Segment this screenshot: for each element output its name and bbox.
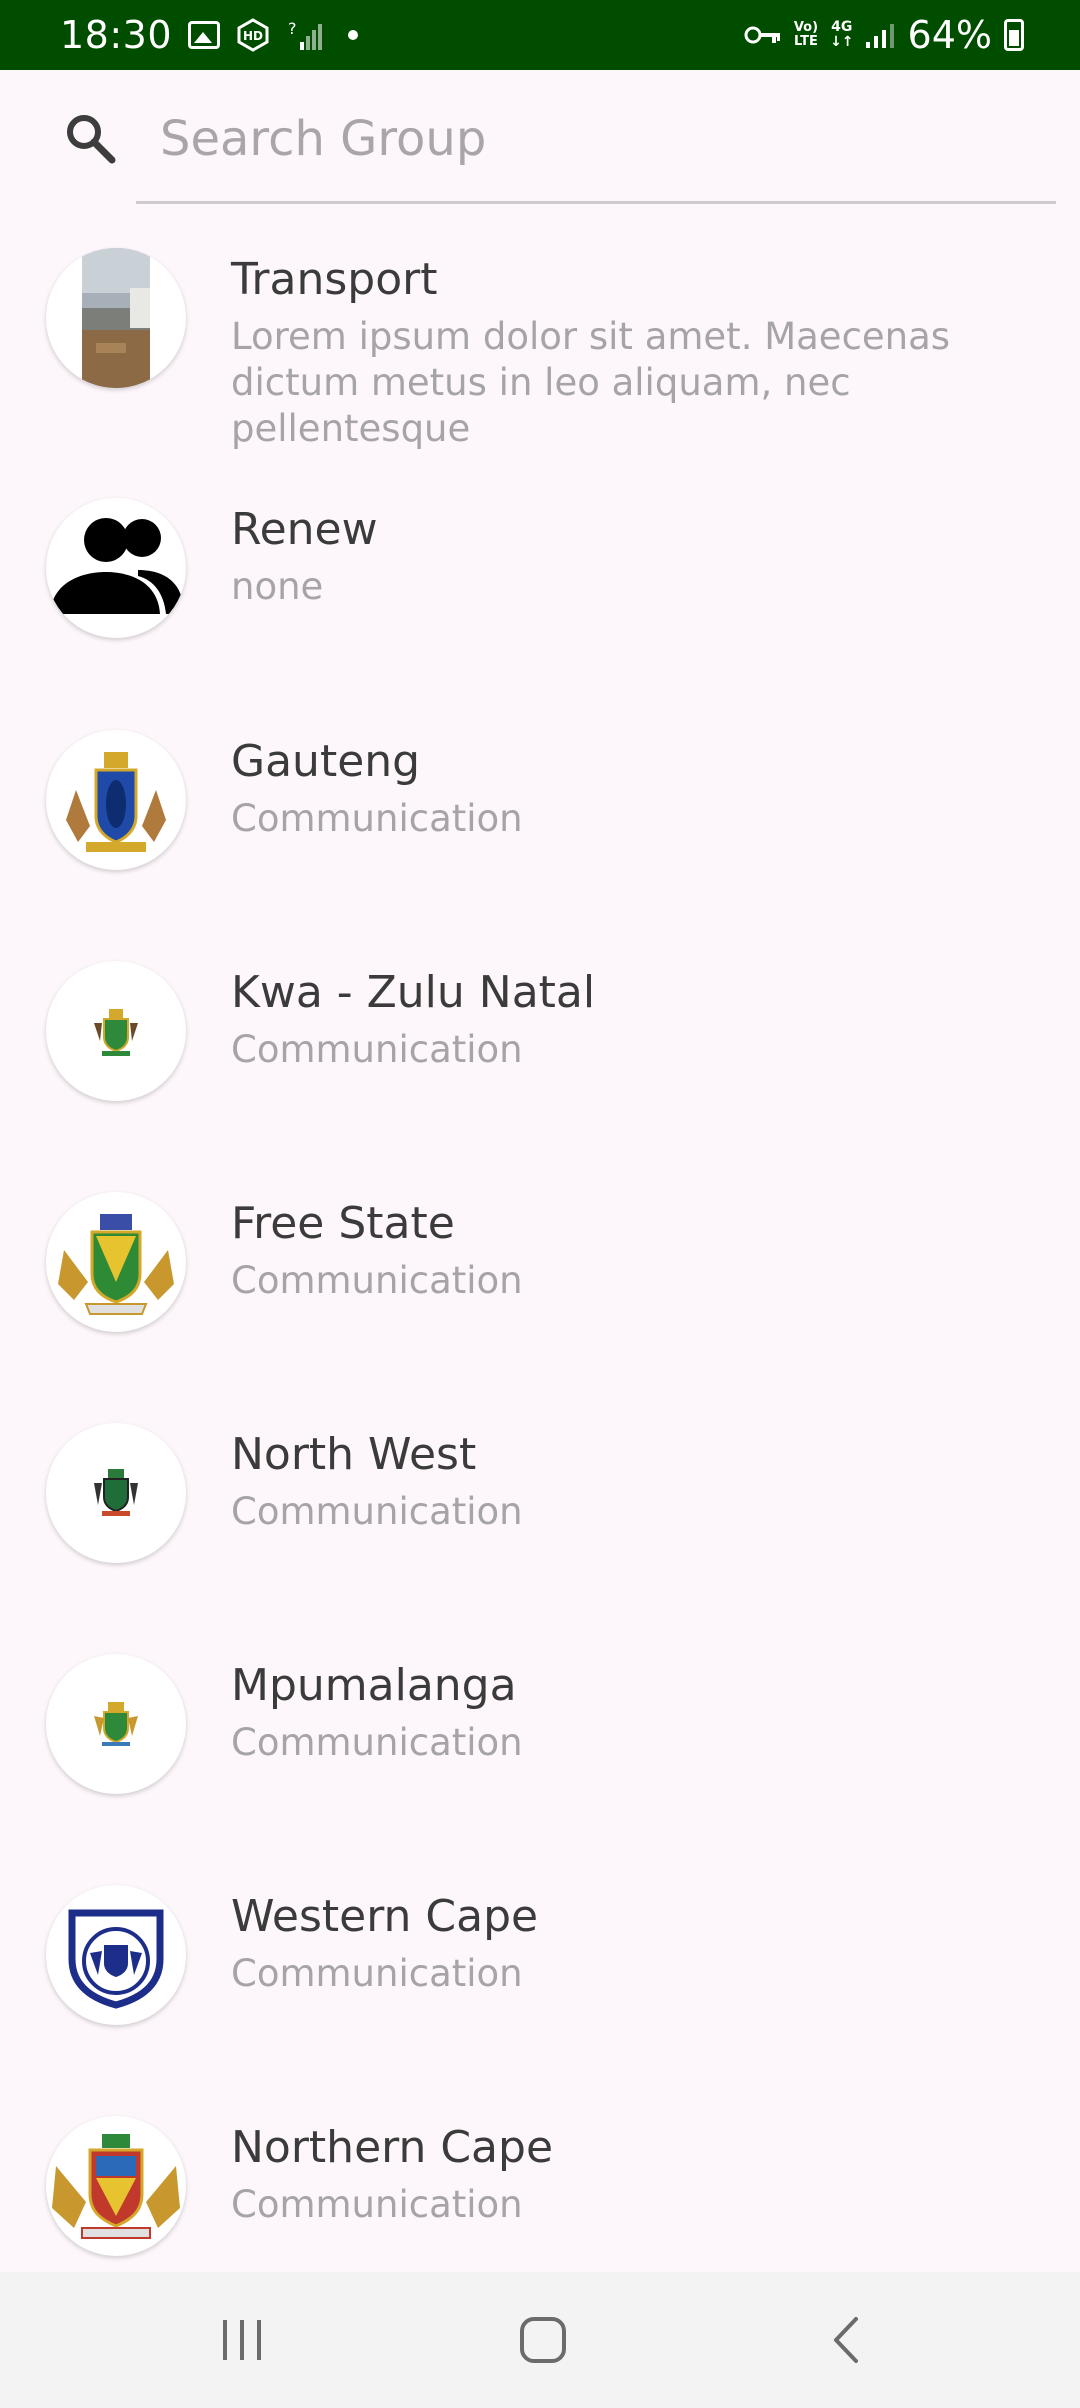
system-navigation-bar: [0, 2272, 1080, 2408]
group-subtitle: Communication: [231, 2183, 523, 2226]
northern-cape-coat-of-arms-icon: [46, 2116, 186, 2256]
hd-notification-icon: HD: [236, 18, 270, 52]
group-item-western-cape[interactable]: Western Cape Communication: [0, 1885, 1080, 2105]
group-title: Western Cape: [231, 1891, 539, 1942]
search-icon[interactable]: [62, 110, 118, 166]
transport-photo-avatar: [46, 248, 186, 388]
volte-icon: Vo) LTE: [793, 20, 819, 49]
western-cape-coat-of-arms-icon: [46, 1885, 186, 2025]
battery-icon: [1004, 19, 1024, 51]
home-icon[interactable]: [503, 2310, 583, 2370]
group-subtitle: Communication: [231, 1490, 523, 1533]
status-time: 18:30: [60, 13, 173, 57]
group-title: Transport: [231, 254, 438, 305]
group-title: North West: [231, 1429, 477, 1480]
group-item-kwa-zulu-natal[interactable]: Kwa - Zulu Natal Communication: [0, 961, 1080, 1181]
group-item-gauteng[interactable]: Gauteng Communication: [0, 730, 1080, 950]
group-title: Gauteng: [231, 736, 421, 787]
vpn-key-icon: [744, 24, 782, 46]
group-subtitle: Communication: [231, 1028, 523, 1071]
group-subtitle: Communication: [231, 797, 523, 840]
gauteng-coat-of-arms-icon: [46, 730, 186, 870]
network-4g-icon: 4G ↓↑: [830, 19, 854, 50]
battery-percentage: 64%: [907, 13, 992, 57]
group-title: Renew: [231, 504, 378, 555]
recents-icon[interactable]: [202, 2310, 282, 2370]
gallery-notification-icon: [188, 21, 221, 49]
free-state-coat-of-arms-icon: [46, 1192, 186, 1332]
group-item-north-west[interactable]: North West Communication: [0, 1423, 1080, 1643]
people-icon: [46, 498, 186, 638]
group-subtitle: none: [231, 565, 324, 608]
group-item-free-state[interactable]: Free State Communication: [0, 1192, 1080, 1412]
no-signal-icon: ?: [286, 18, 323, 52]
group-item-transport[interactable]: Transport Lorem ipsum dolor sit amet. Ma…: [0, 248, 1080, 468]
group-subtitle: Communication: [231, 1259, 523, 1302]
group-subtitle: Communication: [231, 1721, 523, 1764]
cell-signal-icon: [865, 22, 896, 48]
search-divider: [136, 201, 1056, 204]
search-input[interactable]: [158, 106, 1042, 172]
group-item-renew[interactable]: Renew none: [0, 498, 1080, 718]
status-bar: 18:30 HD ? Vo) LTE 4G ↓↑ 64%: [0, 0, 1080, 70]
back-icon[interactable]: [806, 2310, 886, 2370]
group-subtitle: Lorem ipsum dolor sit amet. Maecenas dic…: [231, 315, 951, 450]
group-title: Kwa - Zulu Natal: [231, 967, 596, 1018]
group-item-mpumalanga[interactable]: Mpumalanga Communication: [0, 1654, 1080, 1874]
mpumalanga-coat-of-arms-icon: [46, 1654, 186, 1794]
notification-dot-icon: [348, 30, 359, 40]
svg-text:HD: HD: [243, 29, 263, 43]
kzn-coat-of-arms-icon: [46, 961, 186, 1101]
group-title: Mpumalanga: [231, 1660, 517, 1711]
group-title: Northern Cape: [231, 2122, 554, 2173]
north-west-coat-of-arms-icon: [46, 1423, 186, 1563]
group-title: Free State: [231, 1198, 455, 1249]
search-bar: [0, 70, 1080, 205]
svg-text:?: ?: [288, 19, 297, 38]
group-subtitle: Communication: [231, 1952, 523, 1995]
